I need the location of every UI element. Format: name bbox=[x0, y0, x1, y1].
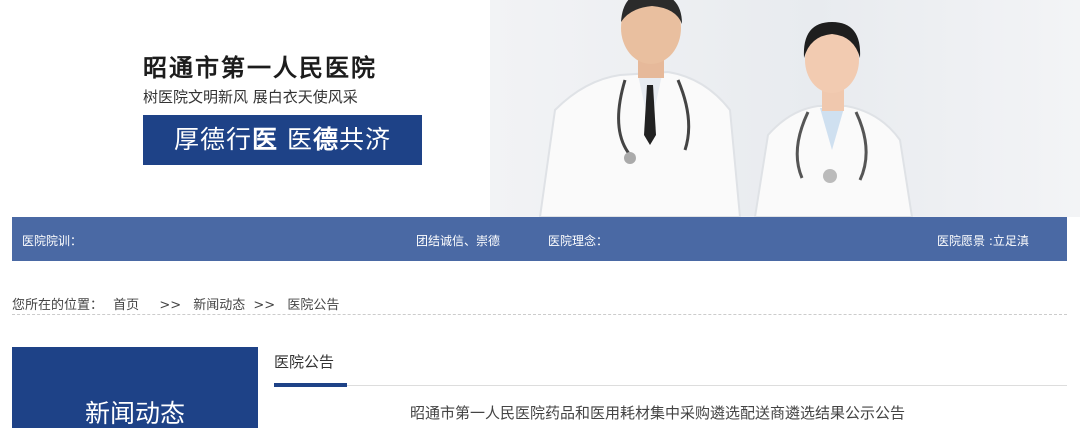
motto-text-4: 德 bbox=[312, 125, 339, 154]
vision-label: 医院愿景 :立足 bbox=[937, 234, 1017, 248]
breadcrumb-home-link[interactable]: 首页 bbox=[113, 298, 139, 313]
hospital-slogan: 树医院文明新风 展白衣天使风采 bbox=[143, 88, 358, 106]
article-title-link[interactable]: 昭通市第一人民医院药品和医用耗材集中采购遴选配送商遴选结果公示公告 bbox=[410, 402, 905, 423]
info-bar: 医院院训： 团结诚信、崇德 医院理念： 医院愿景 :立足滇 bbox=[12, 217, 1067, 261]
motto-label: 医院院训： bbox=[22, 234, 83, 248]
header-banner: 昭通市第一人民医院 树医院文明新风 展白衣天使风采 厚德行医 医德共济 bbox=[0, 0, 1080, 217]
vision-text: 医院愿景 :立足滇 bbox=[937, 232, 1029, 249]
section-accent-bar bbox=[274, 383, 347, 387]
motto-text-1: 厚德行 bbox=[173, 125, 252, 154]
hospital-name: 昭通市第一人民医院 bbox=[143, 53, 377, 82]
breadcrumb-current[interactable]: 医院公告 bbox=[287, 298, 339, 313]
sidebar-header: 新闻动态 bbox=[12, 347, 258, 428]
motto-text-5: 共济 bbox=[339, 125, 392, 154]
section-title: 医院公告 bbox=[274, 353, 335, 371]
motto-value: 团结诚信、崇德 bbox=[416, 234, 501, 248]
doctors-photo bbox=[490, 0, 1080, 217]
motto-text-2: 医 bbox=[252, 125, 279, 154]
breadcrumb-news-link[interactable]: 新闻动态 bbox=[193, 298, 245, 313]
breadcrumb-separator: >> bbox=[159, 298, 182, 313]
breadcrumb: 您所在的位置： 首页 >> 新闻动态 >> 医院公告 bbox=[12, 294, 339, 313]
doctors-illustration bbox=[538, 0, 914, 217]
vision-partial: 滇 bbox=[1016, 234, 1029, 248]
motto-text-3: 医 bbox=[286, 125, 313, 154]
motto-box: 厚德行医 医德共济 bbox=[143, 115, 422, 165]
breadcrumb-prefix: 您所在的位置： bbox=[12, 298, 104, 313]
section-divider bbox=[274, 385, 1067, 386]
divider bbox=[12, 314, 1067, 315]
breadcrumb-separator: >> bbox=[253, 298, 276, 313]
sidebar-title: 新闻动态 bbox=[84, 399, 185, 428]
concept-label: 医院理念： bbox=[548, 234, 609, 248]
